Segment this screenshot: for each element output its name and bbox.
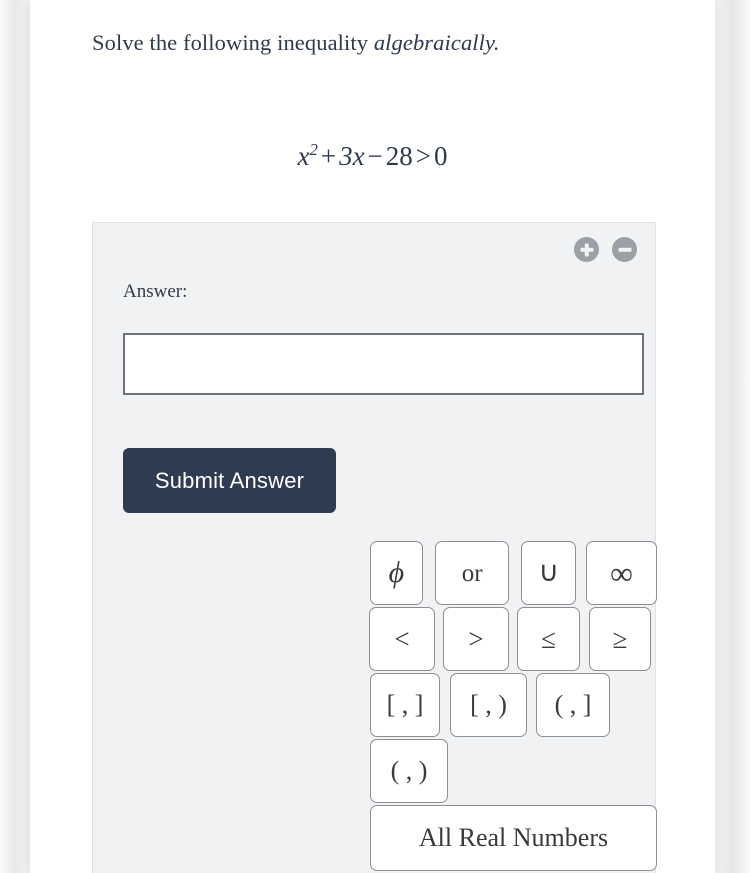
- prompt-text: Solve the following inequality: [92, 30, 374, 55]
- keypad-row-2: < > ≤ ≥: [369, 607, 657, 671]
- page-root: Solve the following inequality algebraic…: [0, 0, 750, 873]
- page-left-gutter: [0, 0, 30, 873]
- equation-variable: x: [297, 141, 310, 171]
- key-union[interactable]: ∪: [521, 541, 577, 605]
- symbol-keypad: ϕ or ∪ ∞ < > ≤ ≥ [ , ] [ , ) ( , ] (,)…: [277, 541, 657, 873]
- equation-display: x2 +3x −28 >0: [30, 140, 715, 172]
- content-card: Solve the following inequality algebraic…: [30, 0, 715, 873]
- answer-panel: Answer: Submit Answer ϕ or ∪ ∞ < > ≤ ≥ […: [92, 222, 657, 873]
- prompt-emphasis: algebraically.: [373, 30, 500, 55]
- equation-plus: +: [320, 141, 337, 171]
- question-prompt: Solve the following inequality algebraic…: [92, 30, 692, 56]
- keypad-row-5: All Real Numbers: [370, 805, 657, 871]
- keypad-row-3: [ , ] [ , ) ( , ]: [370, 673, 657, 737]
- equation-constant: 28: [385, 141, 413, 171]
- keypad-row-4: ( , ): [370, 739, 657, 803]
- submit-answer-button[interactable]: Submit Answer: [123, 448, 336, 513]
- equation-relation: >: [415, 141, 432, 171]
- key-empty-set[interactable]: ϕ: [370, 541, 423, 605]
- zoom-in-icon[interactable]: [574, 237, 599, 262]
- key-greater-than[interactable]: >: [443, 607, 509, 671]
- key-greater-than-or-equal[interactable]: ≥: [589, 607, 651, 671]
- key-less-than[interactable]: <: [369, 607, 435, 671]
- equation-exponent: 2: [309, 140, 318, 159]
- minus-bar: [618, 247, 631, 252]
- key-infinity[interactable]: ∞: [586, 541, 657, 605]
- equation-right-side: 0: [434, 141, 448, 171]
- key-half-open-interval-right[interactable]: [ , ): [450, 673, 527, 737]
- key-less-than-or-equal[interactable]: ≤: [517, 607, 580, 671]
- key-half-open-interval-left[interactable]: ( , ]: [536, 673, 610, 737]
- keypad-row-1: ϕ or ∪ ∞: [370, 541, 657, 605]
- plus-vertical-bar: [584, 243, 589, 256]
- equation-minus: −: [367, 141, 383, 171]
- zoom-out-icon[interactable]: [612, 237, 637, 262]
- zoom-controls: [574, 237, 637, 262]
- answer-label: Answer:: [123, 281, 188, 302]
- answer-input[interactable]: [123, 333, 644, 395]
- key-or[interactable]: or: [434, 541, 510, 605]
- page-right-gutter: [715, 0, 750, 873]
- key-closed-interval[interactable]: [ , ]: [370, 673, 440, 737]
- equation-linear-term: 3x: [339, 141, 365, 171]
- key-open-interval[interactable]: ( , ): [370, 739, 448, 803]
- key-all-real-numbers[interactable]: All Real Numbers: [370, 805, 657, 871]
